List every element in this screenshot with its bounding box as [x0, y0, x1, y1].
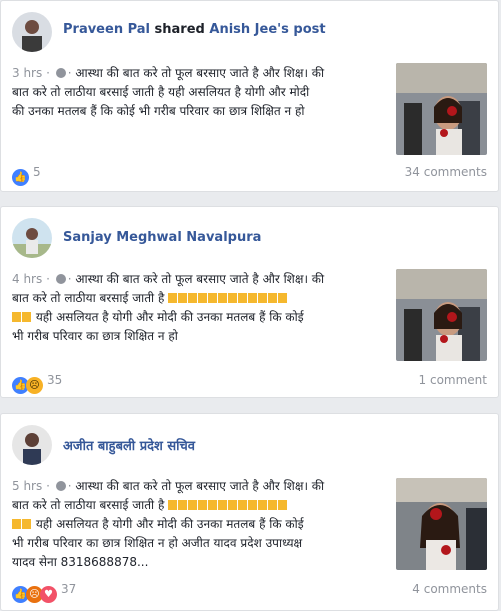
post-image[interactable] — [396, 269, 487, 361]
reaction-count[interactable]: 37 — [61, 582, 76, 596]
comments-link[interactable]: 1 comment — [419, 373, 487, 387]
reaction-count[interactable]: 35 — [47, 373, 62, 387]
comments-link[interactable]: 34 comments — [405, 165, 487, 179]
timestamp[interactable]: 5 hrs — [12, 479, 42, 493]
comments-link[interactable]: 4 comments — [412, 582, 487, 596]
like-icon[interactable]: 👍 — [12, 169, 29, 186]
post-text: 3 hrs · · आस्था की बात करे तो फूल बरसाए … — [12, 66, 325, 118]
globe-icon — [55, 68, 66, 78]
post-text: 5 hrs · · आस्था की बात करे तो फूल बरसाए … — [12, 479, 325, 569]
post-image[interactable] — [396, 478, 487, 570]
post-card: Praveen Pal shared Anish Jee's post 3 hr… — [0, 0, 499, 192]
globe-icon — [55, 274, 66, 284]
timestamp[interactable]: 4 hrs — [12, 272, 42, 286]
post-footer: 👍 ☹ 35 1 comment — [12, 373, 487, 394]
pointing-down-emoji-row — [12, 310, 32, 324]
author-link[interactable]: अजीत बाहुबली प्रदेश सचिव — [63, 439, 195, 454]
post-card: Sanjay Meghwal Navalpura 4 hrs · · आस्था… — [0, 206, 499, 398]
post-card: अजीत बाहुबली प्रदेश सचिव 5 hrs · · आस्था… — [0, 413, 499, 611]
pointing-down-emoji-row — [168, 291, 288, 305]
author-link[interactable]: Sanjay Meghwal Navalpura — [63, 230, 261, 245]
pointing-down-emoji-row — [12, 517, 32, 531]
post-footer: 👍 ☹ ♥ 37 4 comments — [12, 582, 487, 603]
pointing-down-emoji-row — [168, 498, 288, 512]
shared-source-link[interactable]: Anish Jee's post — [209, 22, 325, 37]
sad-icon[interactable]: ☹ — [26, 377, 43, 394]
avatar[interactable] — [12, 425, 52, 465]
avatar[interactable] — [12, 12, 52, 52]
post-header: Praveen Pal shared Anish Jee's post — [63, 22, 326, 37]
globe-icon — [55, 481, 66, 491]
post-footer: 👍 5 34 comments — [12, 165, 487, 186]
post-header: Sanjay Meghwal Navalpura — [63, 230, 261, 245]
reaction-count[interactable]: 5 — [33, 165, 41, 179]
avatar[interactable] — [12, 218, 52, 258]
love-icon[interactable]: ♥ — [40, 586, 57, 603]
author-link[interactable]: Praveen Pal — [63, 22, 150, 37]
shared-text: shared — [154, 22, 205, 37]
post-header: अजीत बाहुबली प्रदेश सचिव — [63, 436, 195, 454]
post-image[interactable] — [396, 63, 487, 155]
post-text: 4 hrs · · आस्था की बात करे तो फूल बरसाए … — [12, 272, 325, 343]
timestamp[interactable]: 3 hrs — [12, 66, 42, 80]
